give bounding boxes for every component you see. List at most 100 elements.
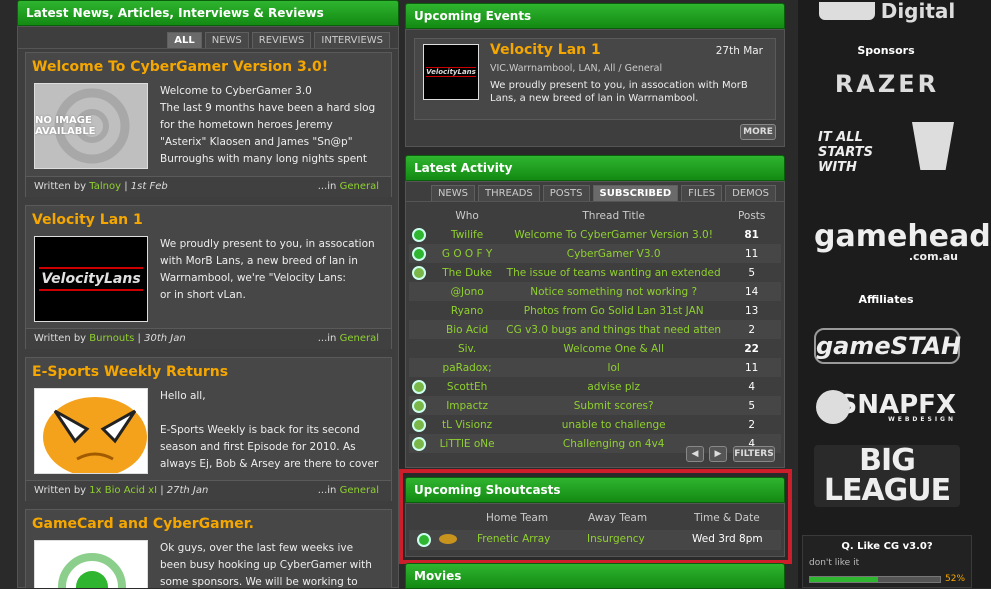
more-button[interactable]: MORE <box>740 124 776 140</box>
table-row[interactable]: Siv. Welcome One & All 22 <box>409 339 781 358</box>
table-row[interactable]: tL Visionz unable to challenge 2 <box>409 415 781 434</box>
wd-logo[interactable]: Digital <box>814 0 960 23</box>
activity-header: Latest Activity <box>405 155 785 181</box>
affiliates-heading: Affiliates <box>858 293 914 306</box>
table-row[interactable]: The Duke The issue of teams wanting an ex… <box>409 263 781 282</box>
tab-posts[interactable]: POSTS <box>542 185 590 201</box>
tab-news[interactable]: NEWS <box>430 185 475 201</box>
article-card: E-Sports Weekly Returns Hello all, E-Spo… <box>25 357 392 501</box>
row-who[interactable]: G O O F Y <box>429 244 506 263</box>
row-thread-title[interactable]: advise plz <box>505 377 722 396</box>
table-row[interactable]: paRadox; lol 11 <box>409 358 781 377</box>
poll-option: don't like it <box>809 558 860 568</box>
category-link[interactable]: General <box>340 181 379 192</box>
tab-demos[interactable]: DEMOS <box>725 185 776 201</box>
author-link[interactable]: Talnoy <box>89 181 121 192</box>
article-title[interactable]: GameCard and CyberGamer. <box>32 516 254 532</box>
table-row[interactable]: Bio Acid CG v3.0 bugs and things that nee… <box>409 320 781 339</box>
big-league-logo[interactable]: BIG LEAGUE <box>814 445 960 507</box>
row-thread-title[interactable]: Photos from Go Solid Lan 31st JAN <box>505 301 722 320</box>
it-all-starts-label: IT ALL STARTS WITH <box>818 130 873 175</box>
row-thread-title[interactable]: CyberGamer V3.0 <box>505 244 723 263</box>
author-link[interactable]: 1x Bio Acid xI <box>89 485 157 496</box>
article-thumbnail[interactable] <box>34 540 148 588</box>
row-who[interactable]: LiTTlE oNe <box>429 434 506 453</box>
article-title[interactable]: E-Sports Weekly Returns <box>32 364 228 380</box>
filters-button[interactable]: FILTERS <box>733 446 775 462</box>
gamestah-logo[interactable]: gameSTAH <box>814 328 961 364</box>
table-row[interactable]: Ryano Photos from Go Solid Lan 31st JAN 13 <box>409 301 781 320</box>
poll-widget: Q. Like CG v3.0? don't like it 52% <box>802 535 972 588</box>
table-row[interactable]: Impactz Submit scores? 5 <box>409 396 781 415</box>
gamehead-domain: .com.au <box>908 250 958 263</box>
article-date: 30th Jan <box>144 333 186 344</box>
headset-icon <box>439 534 457 544</box>
row-posts: 2 <box>722 320 781 339</box>
article-title[interactable]: Welcome To CyberGamer Version 3.0! <box>32 59 328 75</box>
row-who[interactable]: Twilife <box>429 225 505 244</box>
row-who[interactable]: Bio Acid <box>429 320 506 339</box>
row-posts: 2 <box>748 418 756 431</box>
row-who[interactable]: Siv. <box>429 339 505 358</box>
gamehead-label: gamehead <box>814 219 991 254</box>
row-who[interactable]: The Duke <box>429 263 505 282</box>
prev-page-icon[interactable]: ◀ <box>686 446 704 462</box>
table-row[interactable]: Twilife Welcome To CyberGamer Version 3.0… <box>409 225 781 244</box>
article-thumbnail[interactable]: NO IMAGE AVAILABLE <box>34 83 148 169</box>
col-thread-title: Thread Title <box>582 209 645 222</box>
tab-news[interactable]: NEWS <box>204 32 249 48</box>
row-thread-title[interactable]: Welcome To CyberGamer Version 3.0! <box>505 225 722 244</box>
home-team-link[interactable]: Frenetic Array <box>477 533 550 545</box>
row-thread-title[interactable]: lol <box>505 358 723 377</box>
gamehead-logo[interactable]: gamehead <box>814 222 991 252</box>
row-posts: 5 <box>722 396 781 415</box>
row-thread-title[interactable]: Notice something not working ? <box>505 282 723 301</box>
next-page-icon[interactable]: ▶ <box>709 446 727 462</box>
category-link[interactable]: General <box>340 333 379 344</box>
it-all-starts-logo[interactable]: IT ALL STARTS WITH <box>814 122 960 175</box>
row-posts: 14 <box>722 282 781 301</box>
article-title[interactable]: Velocity Lan 1 <box>32 212 143 228</box>
category-link[interactable]: General <box>340 485 379 496</box>
row-thread-title[interactable]: The issue of teams wanting an extended <box>505 263 722 282</box>
tab-subscribed[interactable]: SUBSCRIBED <box>592 185 679 201</box>
velocity-lans-logo: VelocityLans <box>39 267 143 291</box>
shoutcast-row[interactable]: Frenetic Array Insurgency Wed 3rd 8pm <box>409 530 781 550</box>
article-footer: Written by Burnouts | 30th Jan ...in Gen… <box>26 328 391 349</box>
article-excerpt: Ok guys, over the last few weeks ive bee… <box>160 542 372 588</box>
snapfx-logo[interactable]: SNAPFX WEBDESIGN <box>814 390 960 424</box>
row-who[interactable]: paRadox; <box>429 358 506 377</box>
article-footer: Written by Talnoy | 1st Feb ...in Genera… <box>26 176 391 197</box>
events-header: Upcoming Events <box>405 3 785 29</box>
row-thread-title[interactable]: Submit scores? <box>505 396 723 415</box>
article-card: Velocity Lan 1 VelocityLans We proudly p… <box>25 205 392 349</box>
table-row[interactable]: G O O F Y CyberGamer V3.0 11 <box>409 244 781 263</box>
event-card: VelocityLans Velocity Lan 1 27th Mar VIC… <box>414 38 776 120</box>
row-thread-title[interactable]: CG v3.0 bugs and things that need atten <box>505 320 723 339</box>
row-who[interactable]: tL Visionz <box>429 415 505 434</box>
author-link[interactable]: Burnouts <box>89 333 134 344</box>
event-title[interactable]: Velocity Lan 1 <box>490 42 601 58</box>
row-who[interactable]: Ryano <box>429 301 505 320</box>
tab-threads[interactable]: THREADS <box>477 185 540 201</box>
news-header: Latest News, Articles, Interviews & Revi… <box>17 0 399 26</box>
row-who[interactable]: @Jono <box>429 282 506 301</box>
table-row[interactable]: ScottEh advise plz 4 <box>409 377 781 396</box>
table-row[interactable]: @Jono Notice something not working ? 14 <box>409 282 781 301</box>
row-thread-title[interactable]: unable to challenge <box>505 415 722 434</box>
tab-files[interactable]: FILES <box>681 185 723 201</box>
row-who[interactable]: Impactz <box>429 396 506 415</box>
tab-reviews[interactable]: REVIEWS <box>251 32 312 48</box>
sponsors-heading: Sponsors <box>857 44 915 57</box>
movies-section: Movies <box>405 563 785 589</box>
article-thumbnail[interactable] <box>34 388 148 474</box>
row-thread-title[interactable]: Welcome One & All <box>505 339 722 358</box>
row-posts: 5 <box>748 266 756 279</box>
event-thumbnail[interactable]: VelocityLans <box>423 44 479 100</box>
article-thumbnail[interactable]: VelocityLans <box>34 236 148 322</box>
razer-logo[interactable]: RAZER <box>814 70 960 98</box>
tab-all[interactable]: ALL <box>167 32 202 48</box>
tab-interviews[interactable]: INTERVIEWS <box>314 32 390 48</box>
row-who[interactable]: ScottEh <box>429 377 505 396</box>
away-team-link[interactable]: Insurgency <box>587 533 645 545</box>
